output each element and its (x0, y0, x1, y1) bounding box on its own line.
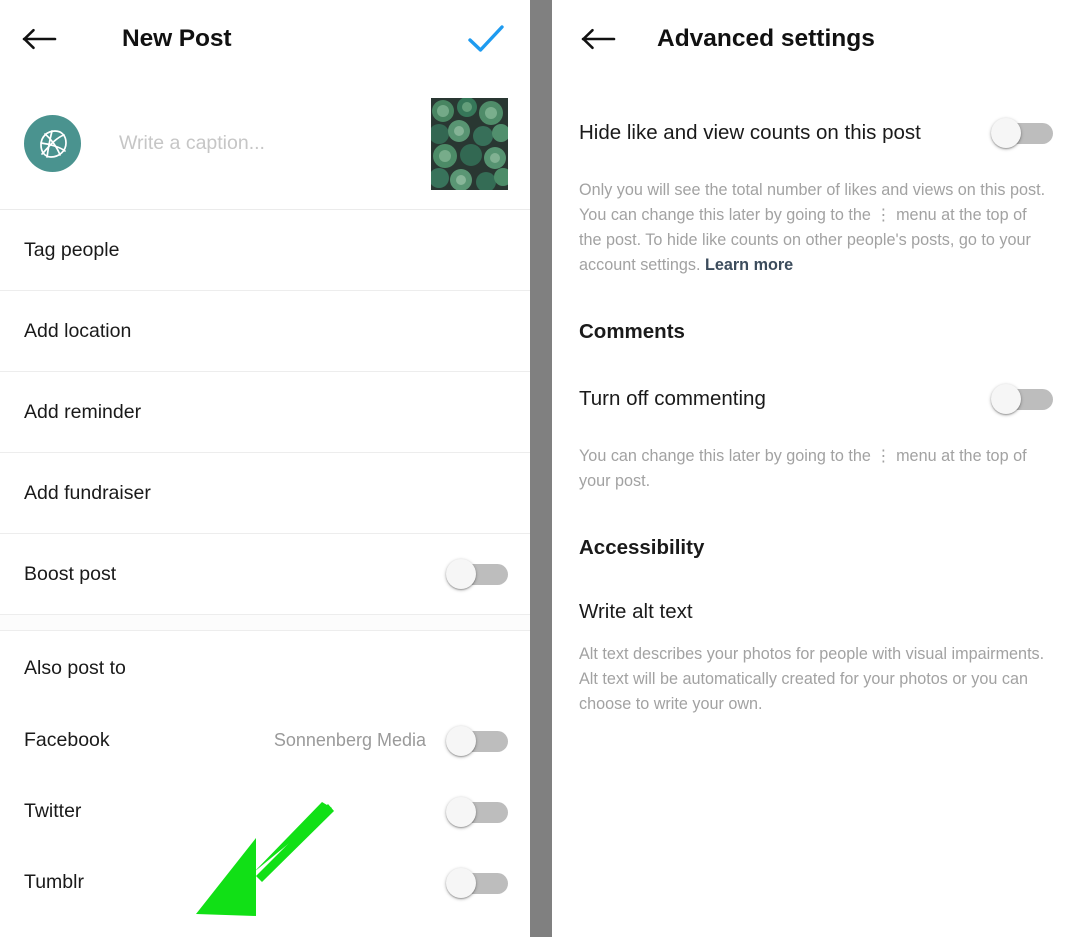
help-part-1: You can change this later by going to th… (579, 447, 876, 465)
row-label: Add reminder (24, 400, 142, 423)
row-add-location[interactable]: Add location (0, 291, 530, 372)
kebab-menu-icon: ⋮ (875, 447, 892, 465)
row-label: Add location (24, 319, 132, 342)
row-label: Boost post (24, 562, 117, 585)
back-arrow-icon[interactable] (579, 19, 619, 59)
row-tag-people[interactable]: Tag people (0, 210, 530, 291)
hide-counts-help-text: Only you will see the total number of li… (579, 178, 1053, 278)
avatar (24, 115, 81, 172)
alt-text-help-text: Alt text describes your photos for peopl… (579, 645, 1045, 713)
new-post-header: New Post (0, 0, 530, 78)
turn-off-commenting-row[interactable]: Turn off commenting (579, 372, 1053, 426)
row-label: Tag people (24, 238, 120, 261)
toggle-knob (446, 796, 476, 827)
learn-more-link[interactable]: Learn more (705, 256, 793, 274)
back-arrow-icon[interactable] (20, 19, 60, 59)
hide-counts-label: Hide like and view counts on this post (579, 121, 921, 144)
page-title: New Post (122, 25, 232, 52)
confirm-check-icon[interactable] (464, 17, 508, 61)
row-facebook[interactable]: Facebook Sonnenberg Media (0, 705, 530, 776)
facebook-account-name: Sonnenberg Media (273, 730, 426, 750)
section-label: Also post to (24, 656, 126, 679)
hide-counts-toggle[interactable] (991, 118, 1053, 148)
new-post-panel: New Post Write a caption... Tag people A… (0, 0, 530, 937)
post-thumbnail[interactable] (431, 97, 508, 190)
comments-section-title: Comments (579, 320, 685, 343)
caption-row: Write a caption... (0, 78, 530, 210)
advanced-settings-body: Hide like and view counts on this post O… (552, 106, 1080, 717)
section-divider (0, 615, 530, 631)
caption-input[interactable]: Write a caption... (81, 132, 431, 155)
screenshot-root: New Post Write a caption... Tag people A… (0, 0, 1080, 937)
row-twitter[interactable]: Twitter (0, 776, 530, 847)
panel-separator (530, 0, 552, 937)
advanced-settings-header: Advanced settings (552, 0, 1080, 78)
row-add-reminder[interactable]: Add reminder (0, 372, 530, 453)
row-label: Twitter (24, 800, 82, 822)
boost-post-toggle[interactable] (446, 559, 508, 589)
turn-off-commenting-toggle[interactable] (991, 384, 1053, 414)
row-advanced-settings[interactable]: Advanced settings (0, 918, 530, 937)
row-add-fundraiser[interactable]: Add fundraiser (0, 453, 530, 534)
commenting-help-text: You can change this later by going to th… (579, 444, 1053, 494)
toggle-knob (991, 118, 1021, 148)
row-boost-post[interactable]: Boost post (0, 534, 530, 615)
toggle-knob (446, 867, 476, 898)
row-tumblr[interactable]: Tumblr (0, 847, 530, 918)
toggle-knob (991, 384, 1021, 414)
row-label: Add fundraiser (24, 481, 151, 504)
facebook-toggle[interactable] (446, 725, 508, 756)
also-post-to-heading: Also post to (0, 631, 530, 705)
row-label: Facebook (24, 729, 110, 751)
accessibility-section-title: Accessibility (579, 536, 705, 559)
toggle-knob (446, 559, 476, 589)
kebab-menu-icon: ⋮ (875, 206, 892, 224)
page-title: Advanced settings (657, 25, 875, 52)
hide-counts-row[interactable]: Hide like and view counts on this post (579, 106, 1053, 160)
write-alt-text-row[interactable]: Write alt text (579, 600, 1053, 624)
twitter-toggle[interactable] (446, 796, 508, 827)
toggle-knob (446, 725, 476, 756)
turn-off-commenting-label: Turn off commenting (579, 387, 766, 410)
advanced-settings-panel: Advanced settings Hide like and view cou… (552, 0, 1080, 937)
row-label: Tumblr (24, 871, 84, 893)
tumblr-toggle[interactable] (446, 867, 508, 898)
